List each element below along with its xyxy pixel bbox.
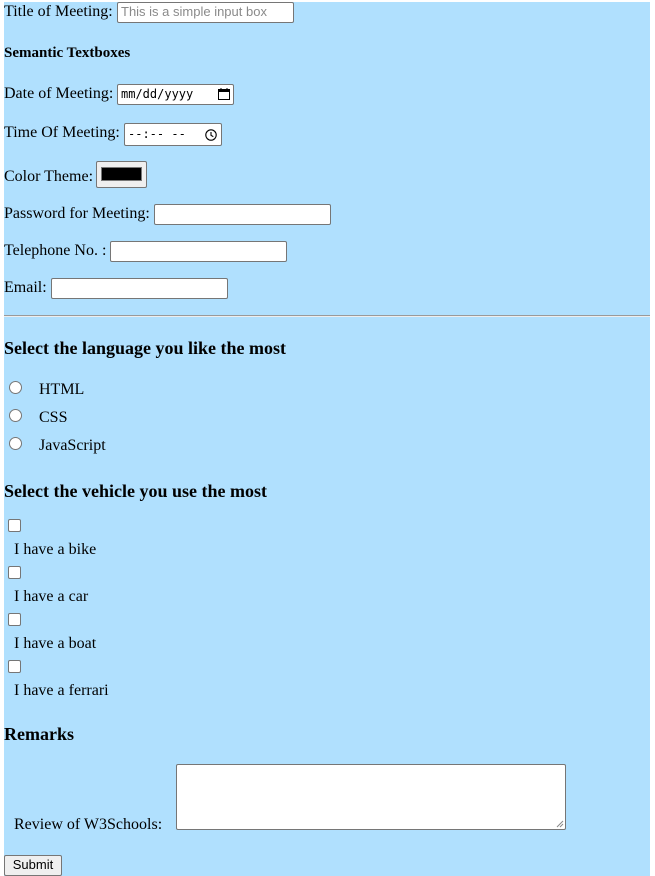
title-label: Title of Meeting: [4,3,113,20]
radio-label-html: HTML [39,381,85,398]
date-input[interactable]: mm/dd/yyyy [117,84,234,105]
date-label: Date of Meeting: [4,85,114,102]
checkbox-bike[interactable] [8,519,21,532]
title-placeholder: This is a simple input box [121,4,267,19]
divider [4,315,650,317]
radio-label-javascript: JavaScript [39,437,106,454]
radio-html[interactable] [9,381,22,394]
color-swatch [101,167,142,181]
radio-label-css: CSS [39,409,68,426]
color-picker[interactable] [96,161,147,188]
checkbox-label-ferrari: I have a ferrari [14,682,109,699]
time-placeholder: --:-- -- [128,127,186,141]
review-textarea[interactable] [176,764,566,830]
radio-javascript[interactable] [9,437,22,450]
language-heading: Select the language you like the most [4,338,286,358]
time-label: Time Of Meeting: [4,124,120,141]
checkbox-label-car: I have a car [14,588,89,605]
checkbox-label-bike: I have a bike [14,541,97,558]
password-label: Password for Meeting: [4,205,150,222]
time-input[interactable]: --:-- -- [124,123,222,146]
telephone-input[interactable] [110,241,287,262]
email-label: Email: [4,279,47,296]
checkbox-ferrari[interactable] [8,660,21,673]
checkbox-label-boat: I have a boat [14,635,97,652]
remarks-heading: Remarks [4,724,74,744]
semantic-heading: Semantic Textboxes [4,45,131,61]
review-label: Review of W3Schools: [14,816,163,833]
radio-css[interactable] [9,409,22,422]
checkbox-car[interactable] [8,566,21,579]
color-label: Color Theme: [4,168,94,185]
submit-button[interactable]: Submit [4,855,62,876]
telephone-label: Telephone No. : [4,242,107,259]
date-placeholder: mm/dd/yyyy [121,87,194,101]
checkbox-boat[interactable] [8,613,21,626]
email-input[interactable] [51,278,228,299]
resize-grip-icon[interactable] [556,820,564,828]
vehicle-heading: Select the vehicle you use the most [4,481,267,501]
calendar-icon[interactable] [218,88,230,100]
title-input[interactable]: This is a simple input box [117,2,294,23]
password-input[interactable] [154,204,331,225]
clock-icon[interactable] [205,129,217,141]
form-page: Title of Meeting: This is a simple input… [4,2,650,876]
